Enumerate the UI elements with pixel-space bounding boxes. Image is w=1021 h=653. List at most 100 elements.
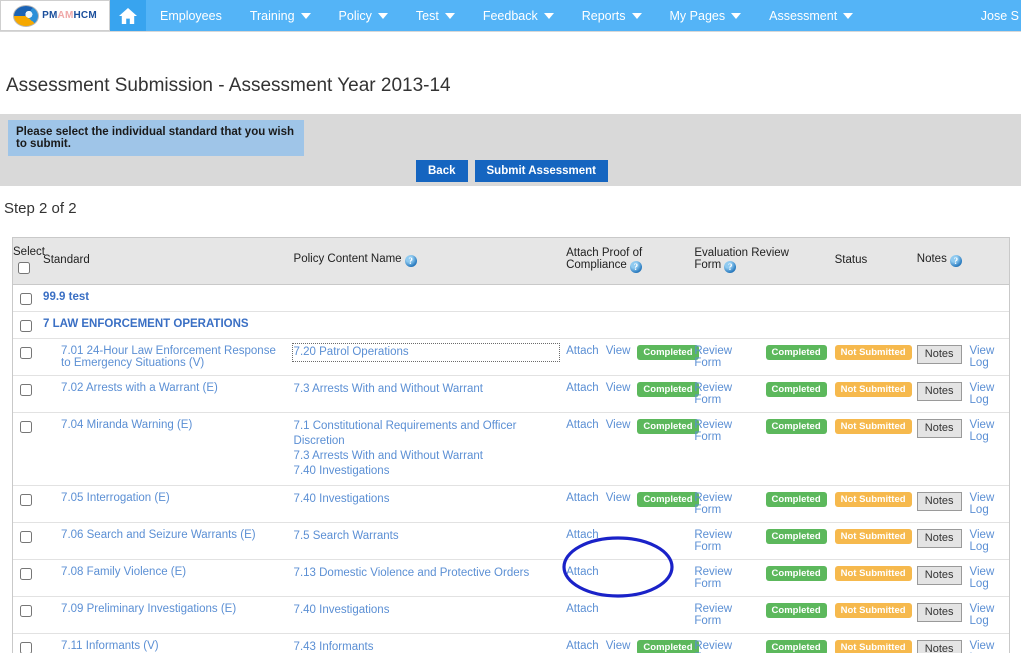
standard-group-link[interactable]: 99.9 test xyxy=(43,291,89,303)
notes-button[interactable]: Notes xyxy=(917,492,962,511)
notes-actions: Notes View Log xyxy=(917,640,1005,653)
help-icon[interactable]: ? xyxy=(950,255,962,267)
view-link[interactable]: View xyxy=(606,419,631,431)
table-row: 7.05 Interrogation (E) 7.40 Investigation… xyxy=(13,485,1009,522)
view-log-link[interactable]: View Log xyxy=(970,529,1005,553)
view-log-link[interactable]: View Log xyxy=(970,345,1005,369)
review-form-link[interactable]: Review Form xyxy=(694,492,758,516)
standard-link[interactable]: 7.08 Family Violence (E) xyxy=(43,566,286,578)
view-log-link[interactable]: View Log xyxy=(970,419,1005,443)
view-log-link[interactable]: View Log xyxy=(970,603,1005,627)
select-all-checkbox[interactable] xyxy=(18,262,30,274)
standard-link[interactable]: 7.01 24-Hour Law Enforcement Response to… xyxy=(43,345,286,369)
back-button[interactable]: Back xyxy=(416,160,468,182)
notes-button[interactable]: Notes xyxy=(917,603,962,622)
review-form-link[interactable]: Review Form xyxy=(694,640,758,653)
policy-link[interactable]: 7.13 Domestic Violence and Protective Or… xyxy=(294,566,559,581)
review-form-link[interactable]: Review Form xyxy=(694,419,758,443)
attach-link[interactable]: Attach xyxy=(566,419,599,431)
help-icon[interactable]: ? xyxy=(724,261,736,273)
notes-actions: Notes View Log xyxy=(917,529,1005,553)
nav-item-assessment[interactable]: Assessment xyxy=(755,0,867,31)
row-checkbox[interactable] xyxy=(20,421,32,433)
nav-item-employees[interactable]: Employees xyxy=(146,0,236,31)
attach-link[interactable]: Attach xyxy=(566,566,599,578)
row-checkbox[interactable] xyxy=(20,293,32,305)
notes-button[interactable]: Notes xyxy=(917,419,962,438)
policy-link[interactable]: 7.5 Search Warrants xyxy=(294,529,559,544)
help-icon[interactable]: ? xyxy=(630,261,642,273)
nav-item-my-pages[interactable]: My Pages xyxy=(656,0,756,31)
policy-link[interactable]: 7.3 Arrests With and Without Warrant xyxy=(294,449,559,464)
policy-link[interactable]: 7.40 Investigations xyxy=(294,603,559,618)
review-form-link[interactable]: Review Form xyxy=(694,603,758,627)
nav-label: Assessment xyxy=(769,9,837,23)
nav-item-policy[interactable]: Policy xyxy=(325,0,402,31)
view-log-link[interactable]: View Log xyxy=(970,382,1005,406)
attach-link[interactable]: Attach xyxy=(566,640,599,652)
attach-link[interactable]: Attach xyxy=(566,382,599,394)
attach-link[interactable]: Attach xyxy=(566,529,599,541)
evaluation-review-cell: Review FormCompleted xyxy=(690,596,830,633)
app-logo[interactable]: PMAMHCM xyxy=(0,0,110,31)
standard-link[interactable]: 7.09 Preliminary Investigations (E) xyxy=(43,603,286,615)
row-checkbox[interactable] xyxy=(20,320,32,332)
policy-link[interactable]: 7.20 Patrol Operations xyxy=(294,345,559,360)
evaluation-review-cell xyxy=(690,284,830,311)
view-link[interactable]: View xyxy=(606,382,631,394)
notes-button[interactable]: Notes xyxy=(917,382,962,401)
status-cell: Not Submitted xyxy=(831,338,913,375)
view-link[interactable]: View xyxy=(606,492,631,504)
row-checkbox[interactable] xyxy=(20,494,32,506)
standard-link[interactable]: 7.04 Miranda Warning (E) xyxy=(43,419,286,431)
row-checkbox[interactable] xyxy=(20,568,32,580)
policy-link[interactable]: 7.3 Arrests With and Without Warrant xyxy=(294,382,559,397)
nav-item-test[interactable]: Test xyxy=(402,0,469,31)
notes-cell xyxy=(913,311,1009,338)
standard-link[interactable]: 7.02 Arrests with a Warrant (E) xyxy=(43,382,286,394)
row-checkbox[interactable] xyxy=(20,347,32,359)
attach-proof-cell: AttachViewCompleted xyxy=(562,338,690,375)
row-select-cell xyxy=(13,522,39,559)
attach-link[interactable]: Attach xyxy=(566,345,599,357)
notes-actions: Notes View Log xyxy=(917,492,1005,516)
notes-button[interactable]: Notes xyxy=(917,345,962,364)
nav-item-feedback[interactable]: Feedback xyxy=(469,0,568,31)
user-account-label[interactable]: Jose S xyxy=(981,0,1021,31)
review-form-link[interactable]: Review Form xyxy=(694,382,758,406)
policy-link[interactable]: 7.43 Informants xyxy=(294,640,559,653)
status-badge: Not Submitted xyxy=(835,382,912,397)
table-row: 7.02 Arrests with a Warrant (E) 7.3 Arres… xyxy=(13,375,1009,412)
notes-button[interactable]: Notes xyxy=(917,566,962,585)
notes-button[interactable]: Notes xyxy=(917,529,962,548)
standard-link[interactable]: 7.11 Informants (V) xyxy=(43,640,286,652)
nav-item-reports[interactable]: Reports xyxy=(568,0,656,31)
row-checkbox[interactable] xyxy=(20,384,32,396)
standard-link[interactable]: 7.06 Search and Seizure Warrants (E) xyxy=(43,529,286,541)
view-log-link[interactable]: View Log xyxy=(970,492,1005,516)
notes-button[interactable]: Notes xyxy=(917,640,962,653)
view-link[interactable]: View xyxy=(606,345,631,357)
review-form-link[interactable]: Review Form xyxy=(694,345,758,369)
nav-item-training[interactable]: Training xyxy=(236,0,325,31)
attach-status-badge: Completed xyxy=(637,382,698,397)
attach-link[interactable]: Attach xyxy=(566,492,599,504)
view-log-link[interactable]: View Log xyxy=(970,640,1005,653)
policy-link[interactable]: 7.1 Constitutional Requirements and Offi… xyxy=(294,419,559,449)
attach-link[interactable]: Attach xyxy=(566,603,599,615)
home-button[interactable] xyxy=(110,0,146,31)
row-checkbox[interactable] xyxy=(20,605,32,617)
help-icon[interactable]: ? xyxy=(405,255,417,267)
view-log-link[interactable]: View Log xyxy=(970,566,1005,590)
row-checkbox[interactable] xyxy=(20,531,32,543)
policy-link[interactable]: 7.40 Investigations xyxy=(294,492,559,507)
standard-group-link[interactable]: 7 LAW ENFORCEMENT OPERATIONS xyxy=(43,318,249,330)
view-link[interactable]: View xyxy=(606,640,631,652)
row-checkbox[interactable] xyxy=(20,642,32,653)
standard-link[interactable]: 7.05 Interrogation (E) xyxy=(43,492,286,504)
review-form-link[interactable]: Review Form xyxy=(694,566,758,590)
policy-link[interactable]: 7.40 Investigations xyxy=(294,464,559,479)
review-form-link[interactable]: Review Form xyxy=(694,529,758,553)
standard-cell: 99.9 test xyxy=(39,284,290,311)
submit-assessment-button[interactable]: Submit Assessment xyxy=(475,160,609,182)
